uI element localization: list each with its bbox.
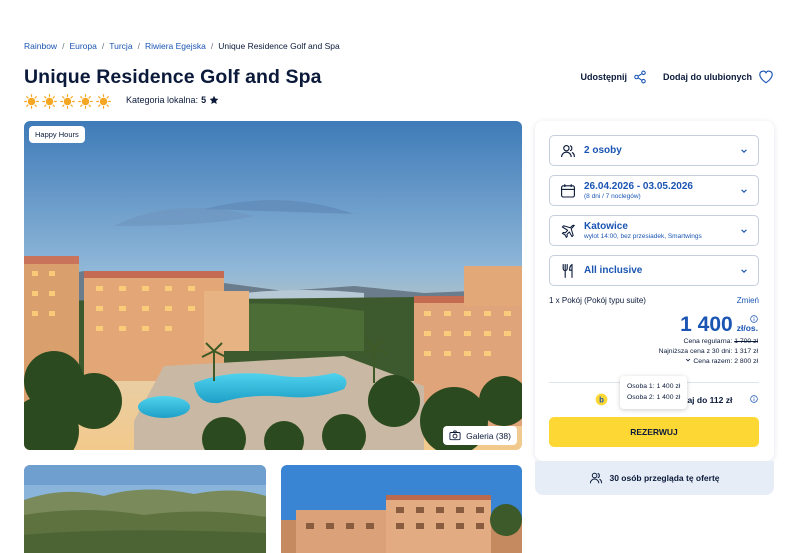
sun-rating	[24, 94, 111, 109]
sun-icon	[78, 94, 93, 109]
breadcrumb-link-rainbow[interactable]: Rainbow	[24, 41, 57, 51]
regular-price-label: Cena regularna:	[683, 338, 733, 345]
cutlery-icon	[562, 263, 573, 278]
share-button[interactable]: Udostępnij	[581, 70, 648, 84]
room-description: 1 x Pokój (Pokój typu suite)	[549, 296, 646, 305]
sun-icon	[42, 94, 57, 109]
local-category: Kategoria lokalna: 5	[126, 95, 219, 105]
info-icon[interactable]	[750, 395, 758, 403]
departure-select[interactable]: Katowice wylot 14:00, bez przesiadek, Sm…	[549, 215, 759, 246]
header-actions: Udostępnij Dodaj do ulubionych	[581, 69, 775, 84]
chevron-down-icon	[741, 228, 747, 233]
users-icon	[561, 144, 575, 157]
calendar-icon	[561, 183, 575, 198]
total-price-row[interactable]: Cena razem: 2 800 zł	[659, 357, 758, 367]
favorite-button[interactable]: Dodaj do ulubionych	[663, 69, 774, 84]
page-title: Unique Residence Golf and Spa	[24, 66, 322, 88]
building-photo-image	[281, 465, 522, 553]
dates-duration: (8 dni / 7 noclegów)	[584, 193, 641, 200]
departure-details: wylot 14:00, bez przesiadek, Smartwings	[584, 233, 702, 240]
heart-icon	[759, 70, 773, 84]
cashback-logo-icon: b	[595, 393, 608, 406]
board-select[interactable]: All inclusive	[549, 255, 759, 286]
breadcrumb-link-turcja[interactable]: Turcja	[109, 41, 132, 51]
price-amount: 1 400	[680, 313, 733, 336]
price-breakdown: Cena regularna: 1 700 zł Najniższa cena …	[659, 337, 758, 367]
gallery-thumbnail[interactable]	[24, 465, 266, 553]
breadcrumb-link-europa[interactable]: Europa	[69, 41, 96, 51]
total-price-value: 2 800 zł	[734, 358, 758, 365]
gallery-button-label: Galeria (38)	[466, 430, 511, 441]
breadcrumb-current: Unique Residence Golf and Spa	[218, 41, 340, 51]
sun-icon	[96, 94, 111, 109]
guests-value: 2 osoby	[584, 145, 622, 156]
price-tooltip: Osoba 1: 1 400 zł Osoba 2: 1 400 zł	[620, 376, 688, 409]
gallery-button[interactable]: Galeria (38)	[443, 426, 517, 445]
breadcrumb: Rainbow / Europa / Turcja / Riwiera Egejska / Un…	[24, 41, 340, 51]
sun-icon	[60, 94, 75, 109]
breadcrumb-separator: /	[210, 41, 214, 51]
category-value: 5	[201, 95, 207, 105]
hotel-photo-image	[24, 121, 522, 450]
happy-hours-badge: Happy Hours	[29, 126, 85, 143]
reserve-button[interactable]: REZERWUJ	[549, 417, 759, 447]
landscape-photo-image	[24, 465, 266, 553]
price-unit: zł/os.	[736, 323, 758, 333]
regular-price-value: 1 700 zł	[734, 338, 758, 345]
guests-select[interactable]: 2 osoby	[549, 135, 759, 166]
share-icon	[634, 70, 646, 83]
dates-select[interactable]: 26.04.2026 - 03.05.2026 (8 dni / 7 nocle…	[549, 175, 759, 206]
breadcrumb-separator: /	[101, 41, 105, 51]
sun-icon	[24, 94, 39, 109]
departure-value: Katowice	[584, 221, 628, 232]
camera-icon	[449, 430, 461, 441]
star-icon	[209, 95, 219, 104]
room-row: 1 x Pokój (Pokój typu suite) Zmień	[549, 296, 759, 305]
price-per-person: 1 400 zł/os.	[680, 313, 758, 337]
booking-panel: 2 osoby 26.04.2026 - 03.05.2026 (8 dni /…	[535, 121, 774, 461]
viewers-info: 30 osób przegląda tę ofertę	[535, 461, 774, 495]
viewers-text: 30 osób przegląda tę ofertę	[609, 473, 720, 483]
dates-value: 26.04.2026 - 03.05.2026	[584, 181, 693, 192]
chevron-down-icon	[741, 188, 747, 193]
breadcrumb-separator: /	[62, 41, 65, 51]
breadcrumb-separator: /	[137, 41, 140, 51]
chevron-down-icon	[741, 268, 747, 273]
board-value: All inclusive	[584, 265, 643, 276]
tooltip-person-2: Osoba 2: 1 400 zł	[627, 393, 681, 401]
favorite-label: Dodaj do ulubionych	[663, 71, 752, 82]
share-label: Udostępnij	[580, 71, 628, 82]
total-price-label: Cena razem:	[693, 358, 733, 365]
chevron-down-icon	[686, 358, 691, 362]
regular-price-row: Cena regularna: 1 700 zł	[659, 337, 758, 347]
lowest-price-label: Najniższa cena z 30 dni:	[658, 348, 733, 355]
gallery-thumbnail[interactable]	[281, 465, 522, 553]
hero-photo[interactable]: Happy Hours Galeria (38)	[24, 121, 522, 450]
tooltip-person-1: Osoba 1: 1 400 zł	[627, 383, 681, 390]
users-icon	[590, 472, 603, 484]
plane-icon	[561, 224, 575, 238]
breadcrumb-link-riwiera[interactable]: Riwiera Egejska	[145, 41, 206, 51]
lowest-price-row: Najniższa cena z 30 dni: 1 317 zł	[659, 347, 758, 357]
change-room-link[interactable]: Zmień	[737, 296, 759, 305]
chevron-down-icon	[741, 148, 747, 153]
svg-text:b: b	[599, 395, 604, 404]
lowest-price-value: 1 317 zł	[734, 348, 758, 355]
category-label: Kategoria lokalna:	[126, 95, 199, 105]
